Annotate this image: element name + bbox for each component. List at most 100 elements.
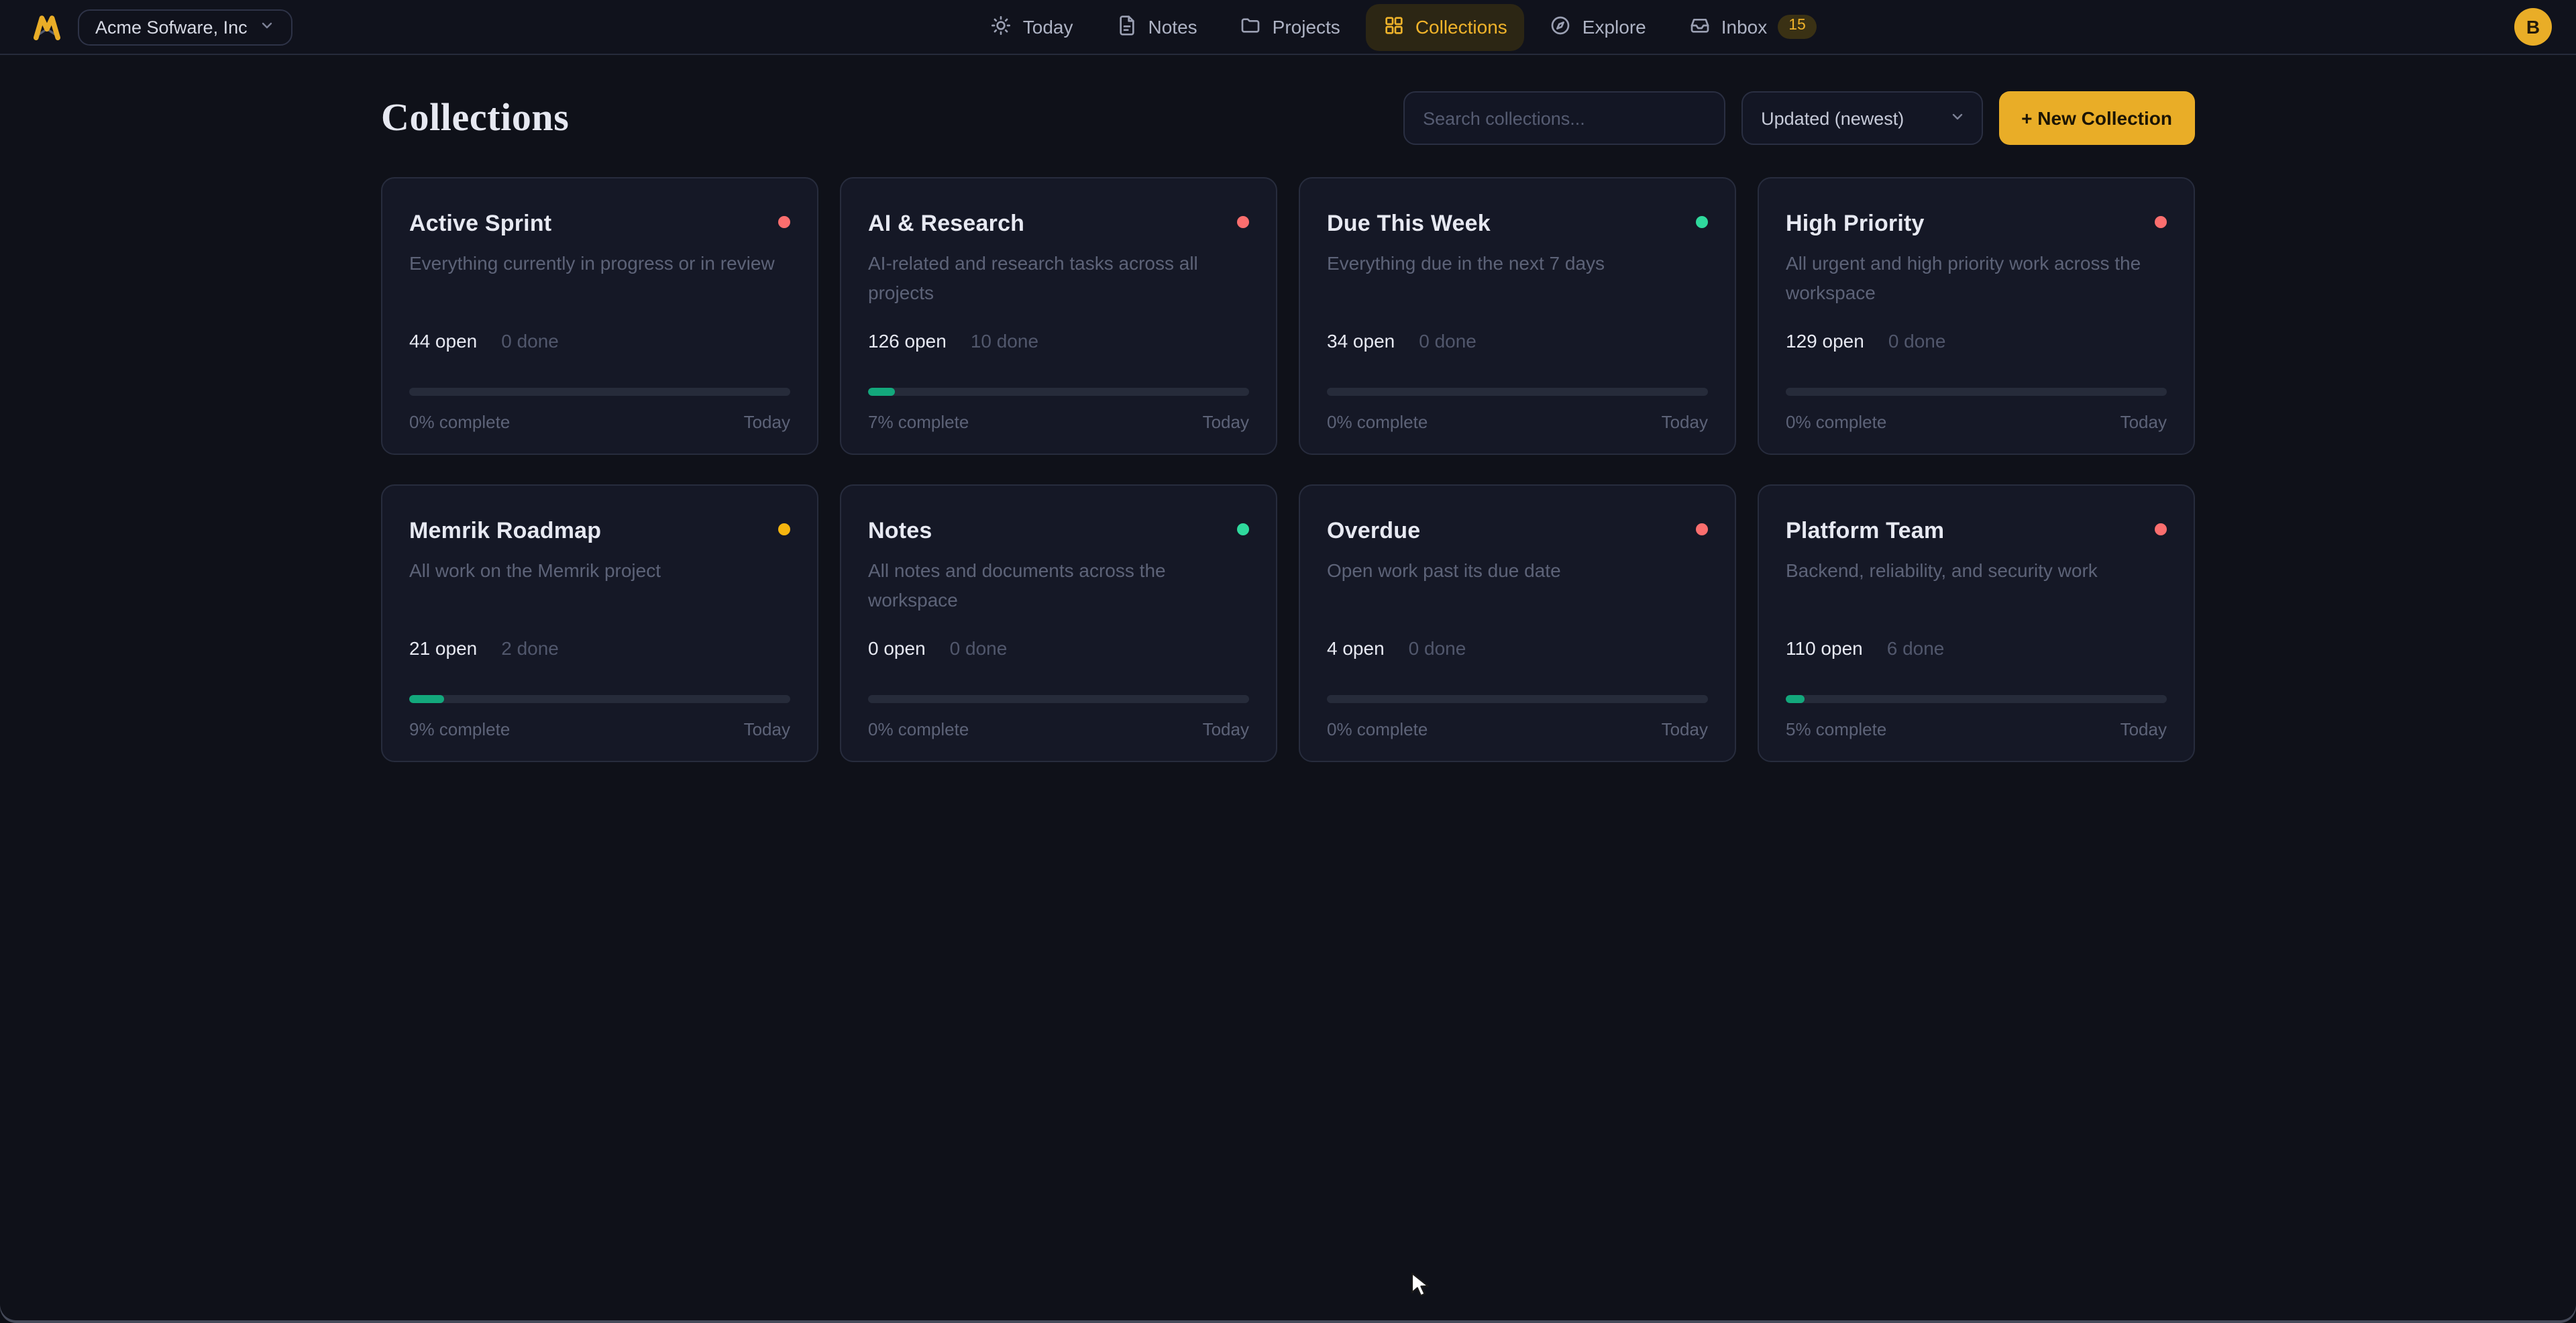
nav-item-collections[interactable]: Collections [1366, 3, 1525, 50]
note-icon [1116, 14, 1138, 40]
collection-description: Everything due in the next 7 days [1327, 250, 1708, 309]
workspace-selector[interactable]: Acme Sofware, Inc [78, 9, 293, 45]
mouse-cursor [1410, 1272, 1434, 1306]
status-dot [2155, 216, 2167, 228]
grid-icon [1383, 14, 1405, 40]
open-count: 21 open [409, 637, 477, 659]
collection-description: All work on the Memrik project [409, 557, 790, 616]
progress-bar [409, 695, 790, 703]
collection-title: Due This Week [1327, 211, 1491, 237]
search-input[interactable] [1403, 91, 1725, 145]
inbox-count-badge: 15 [1778, 15, 1817, 39]
collection-title: Active Sprint [409, 211, 551, 237]
nav-left: Acme Sofware, Inc [27, 7, 293, 47]
new-collection-button[interactable]: + New Collection [1998, 91, 2195, 145]
updated-label: Today [1662, 719, 1708, 739]
percent-complete: 0% complete [1786, 412, 1886, 432]
collection-description: Everything currently in progress or in r… [409, 250, 790, 309]
nav-label: Inbox [1721, 16, 1768, 38]
collection-card-due-this-week[interactable]: Due This Week Everything due in the next… [1299, 177, 1736, 455]
user-avatar[interactable]: B [2514, 8, 2552, 46]
updated-label: Today [2121, 412, 2167, 432]
nav-item-explore[interactable]: Explore [1533, 3, 1664, 50]
open-count: 0 open [868, 637, 926, 659]
collection-description: Open work past its due date [1327, 557, 1708, 616]
status-dot [1237, 216, 1249, 228]
percent-complete: 0% complete [1327, 719, 1428, 739]
percent-complete: 9% complete [409, 719, 510, 739]
open-count: 4 open [1327, 637, 1385, 659]
collection-card-overdue[interactable]: Overdue Open work past its due date 4 op… [1299, 484, 1736, 762]
collection-card-platform-team[interactable]: Platform Team Backend, reliability, and … [1758, 484, 2195, 762]
done-count: 0 done [1419, 330, 1477, 352]
collection-title: High Priority [1786, 211, 1925, 237]
page-title: Collections [381, 96, 569, 140]
progress-fill [1786, 695, 1805, 703]
status-dot [1696, 523, 1708, 535]
nav-label: Projects [1273, 16, 1340, 38]
collection-title: Notes [868, 518, 932, 545]
page-header: Collections Updated (newest) + New Colle… [381, 91, 2195, 145]
collection-card-active-sprint[interactable]: Active Sprint Everything currently in pr… [381, 177, 818, 455]
status-dot [778, 523, 790, 535]
collections-grid: Active Sprint Everything currently in pr… [381, 177, 2195, 762]
collection-description: Backend, reliability, and security work [1786, 557, 2167, 616]
app-window: Acme Sofware, Inc Today Notes [0, 0, 2576, 1323]
nav-label: Explore [1582, 16, 1646, 38]
workspace-name: Acme Sofware, Inc [95, 17, 248, 37]
progress-bar [868, 388, 1249, 396]
done-count: 6 done [1887, 637, 1945, 659]
updated-label: Today [744, 719, 790, 739]
updated-label: Today [1203, 719, 1249, 739]
nav-item-inbox[interactable]: Inbox 15 [1672, 3, 1834, 50]
compass-icon [1550, 14, 1572, 40]
done-count: 0 done [501, 330, 559, 352]
collection-card-ai-research[interactable]: AI & Research AI-related and research ta… [840, 177, 1277, 455]
status-dot [1237, 523, 1249, 535]
collection-card-high-priority[interactable]: High Priority All urgent and high priori… [1758, 177, 2195, 455]
open-count: 44 open [409, 330, 477, 352]
app-logo-icon[interactable] [27, 7, 67, 47]
open-count: 126 open [868, 330, 947, 352]
nav-item-projects[interactable]: Projects [1223, 3, 1358, 50]
nav-item-today[interactable]: Today [973, 3, 1091, 50]
percent-complete: 0% complete [868, 719, 969, 739]
collection-card-notes[interactable]: Notes All notes and documents across the… [840, 484, 1277, 762]
progress-bar [1327, 695, 1708, 703]
sort-dropdown[interactable]: Updated (newest) [1741, 91, 1982, 145]
collection-title: Platform Team [1786, 518, 1944, 545]
chevron-down-icon [1949, 108, 1965, 128]
status-dot [2155, 523, 2167, 535]
status-dot [778, 216, 790, 228]
nav-item-notes[interactable]: Notes [1099, 3, 1215, 50]
done-count: 0 done [950, 637, 1008, 659]
collection-card-memrik-roadmap[interactable]: Memrik Roadmap All work on the Memrik pr… [381, 484, 818, 762]
collection-title: Memrik Roadmap [409, 518, 601, 545]
open-count: 129 open [1786, 330, 1864, 352]
folder-icon [1240, 14, 1262, 40]
collection-title: AI & Research [868, 211, 1024, 237]
percent-complete: 0% complete [409, 412, 510, 432]
nav-label: Today [1023, 16, 1073, 38]
percent-complete: 5% complete [1786, 719, 1886, 739]
updated-label: Today [1662, 412, 1708, 432]
updated-label: Today [744, 412, 790, 432]
collection-description: All urgent and high priority work across… [1786, 250, 2167, 309]
main-content: Collections Updated (newest) + New Colle… [381, 91, 2195, 762]
sun-icon [991, 14, 1012, 40]
header-controls: Updated (newest) + New Collection [1403, 91, 2195, 145]
done-count: 10 done [971, 330, 1038, 352]
progress-bar [409, 388, 790, 396]
open-count: 110 open [1786, 637, 1863, 659]
collection-description: AI-related and research tasks across all… [868, 250, 1249, 309]
progress-fill [868, 388, 895, 396]
primary-nav: Today Notes Projects Collections [293, 3, 2514, 50]
percent-complete: 0% complete [1327, 412, 1428, 432]
collection-title: Overdue [1327, 518, 1420, 545]
percent-complete: 7% complete [868, 412, 969, 432]
progress-fill [409, 695, 443, 703]
chevron-down-icon [260, 17, 276, 37]
progress-bar [1786, 388, 2167, 396]
open-count: 34 open [1327, 330, 1395, 352]
updated-label: Today [2121, 719, 2167, 739]
